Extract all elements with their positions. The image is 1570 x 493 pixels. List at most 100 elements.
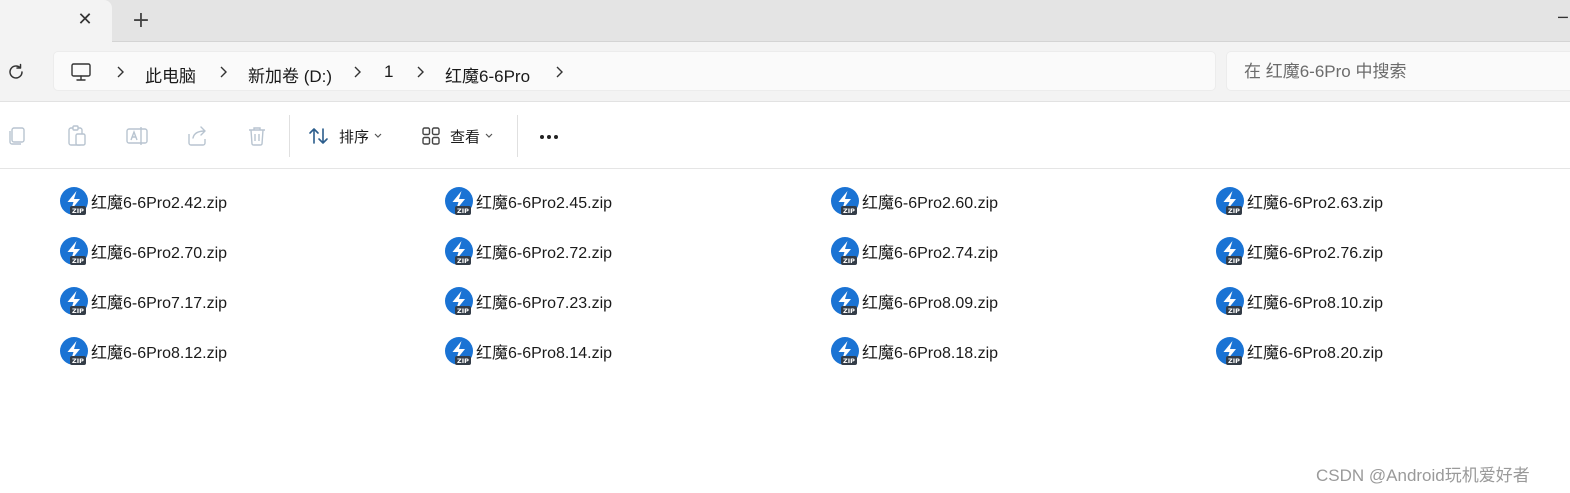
- file-name: 红魔6-6Pro8.20.zip: [1247, 345, 1384, 362]
- zip-archive-icon: ZIP: [60, 187, 88, 215]
- file-name: 红魔6-6Pro8.09.zip: [862, 295, 999, 312]
- zip-archive-icon: ZIP: [445, 287, 473, 315]
- file-name: 红魔6-6Pro8.18.zip: [862, 345, 999, 362]
- share-icon[interactable]: [185, 124, 209, 148]
- chevron-down-icon: [485, 133, 493, 138]
- zip-archive-icon: ZIP: [445, 237, 473, 265]
- file-name: 红魔6-6Pro2.70.zip: [91, 245, 228, 262]
- sort-label: 排序: [339, 128, 370, 146]
- file-name: 红魔6-6Pro7.23.zip: [476, 295, 613, 312]
- file-item[interactable]: ZIP 红魔6-6Pro2.45.zip: [444, 183, 612, 219]
- breadcrumb-this-pc[interactable]: 此电脑: [145, 62, 196, 87]
- zip-archive-icon: ZIP: [60, 237, 88, 265]
- file-grid: ZIP 红魔6-6Pro2.42.zip ZIP 红魔6-6Pro2.45.zip ZI…: [0, 170, 1570, 493]
- file-item[interactable]: ZIP 红魔6-6Pro8.20.zip: [1215, 333, 1383, 369]
- file-name: 红魔6-6Pro2.42.zip: [91, 195, 228, 212]
- more-options-icon[interactable]: [537, 125, 561, 149]
- svg-text:ZIP: ZIP: [1228, 207, 1240, 215]
- svg-text:ZIP: ZIP: [457, 307, 469, 315]
- paste-icon[interactable]: [65, 124, 89, 148]
- zip-archive-icon: ZIP: [445, 187, 473, 215]
- tab-active[interactable]: ✕: [0, 0, 112, 42]
- file-item[interactable]: ZIP 红魔6-6Pro2.72.zip: [444, 233, 612, 269]
- file-item[interactable]: ZIP 红魔6-6Pro8.18.zip: [830, 333, 998, 369]
- file-name: 红魔6-6Pro7.17.zip: [91, 295, 228, 312]
- zip-archive-icon: ZIP: [1216, 237, 1244, 265]
- file-name: 红魔6-6Pro8.12.zip: [91, 345, 228, 362]
- tab-strip: ✕ + ─: [0, 0, 1570, 42]
- watermark: CSDN @Android玩机爱好者: [1316, 466, 1530, 485]
- file-item[interactable]: ZIP 红魔6-6Pro7.23.zip: [444, 283, 612, 319]
- rename-icon[interactable]: [125, 124, 149, 148]
- address-row: 此电脑 新加卷 (D:) 1 红魔6-6Pro: [0, 42, 1570, 102]
- sort-button[interactable]: 排序: [308, 120, 382, 152]
- breadcrumb-chevron-icon[interactable]: [115, 65, 125, 79]
- file-item[interactable]: ZIP 红魔6-6Pro8.10.zip: [1215, 283, 1383, 319]
- svg-text:ZIP: ZIP: [457, 357, 469, 365]
- zip-archive-icon: ZIP: [831, 287, 859, 315]
- command-bar: 排序 查看: [0, 103, 1570, 169]
- file-item[interactable]: ZIP 红魔6-6Pro2.76.zip: [1215, 233, 1383, 269]
- svg-text:ZIP: ZIP: [72, 357, 84, 365]
- file-name: 红魔6-6Pro8.14.zip: [476, 345, 613, 362]
- view-grid-icon: [422, 127, 440, 145]
- new-tab-button[interactable]: +: [128, 8, 154, 34]
- file-item[interactable]: ZIP 红魔6-6Pro2.60.zip: [830, 183, 998, 219]
- refresh-icon[interactable]: [5, 61, 27, 83]
- delete-icon[interactable]: [245, 124, 269, 148]
- search-box[interactable]: [1226, 51, 1570, 91]
- breadcrumb-chevron-icon[interactable]: [352, 65, 362, 79]
- this-pc-icon[interactable]: [70, 61, 92, 83]
- svg-text:ZIP: ZIP: [1228, 257, 1240, 265]
- file-item[interactable]: ZIP 红魔6-6Pro2.42.zip: [59, 183, 227, 219]
- svg-text:ZIP: ZIP: [72, 257, 84, 265]
- svg-text:ZIP: ZIP: [457, 257, 469, 265]
- file-item[interactable]: ZIP 红魔6-6Pro2.70.zip: [59, 233, 227, 269]
- svg-text:ZIP: ZIP: [1228, 307, 1240, 315]
- zip-archive-icon: ZIP: [1216, 287, 1244, 315]
- zip-archive-icon: ZIP: [445, 337, 473, 365]
- breadcrumb-chevron-icon[interactable]: [554, 65, 564, 79]
- zip-archive-icon: ZIP: [831, 337, 859, 365]
- copy-icon[interactable]: [5, 124, 29, 148]
- svg-text:ZIP: ZIP: [1228, 357, 1240, 365]
- breadcrumb-volume-d[interactable]: 新加卷 (D:): [248, 62, 332, 87]
- breadcrumb-current-folder[interactable]: 红魔6-6Pro: [445, 62, 530, 87]
- file-name: 红魔6-6Pro2.76.zip: [1247, 245, 1384, 262]
- zip-archive-icon: ZIP: [1216, 187, 1244, 215]
- svg-text:ZIP: ZIP: [843, 257, 855, 265]
- svg-text:ZIP: ZIP: [72, 307, 84, 315]
- file-name: 红魔6-6Pro2.74.zip: [862, 245, 999, 262]
- file-name: 红魔6-6Pro2.63.zip: [1247, 195, 1384, 212]
- file-name: 红魔6-6Pro8.10.zip: [1247, 295, 1384, 312]
- file-name: 红魔6-6Pro2.45.zip: [476, 195, 613, 212]
- file-item[interactable]: ZIP 红魔6-6Pro8.14.zip: [444, 333, 612, 369]
- svg-text:ZIP: ZIP: [72, 207, 84, 215]
- zip-archive-icon: ZIP: [60, 337, 88, 365]
- svg-text:ZIP: ZIP: [843, 357, 855, 365]
- file-item[interactable]: ZIP 红魔6-6Pro2.63.zip: [1215, 183, 1383, 219]
- breadcrumb-folder-1[interactable]: 1: [384, 62, 393, 82]
- chevron-down-icon: [374, 133, 382, 138]
- sort-icon: [309, 128, 328, 144]
- svg-text:ZIP: ZIP: [457, 207, 469, 215]
- zip-archive-icon: ZIP: [1216, 337, 1244, 365]
- file-name: 红魔6-6Pro2.60.zip: [862, 195, 999, 212]
- toolbar-divider: [289, 115, 290, 157]
- zip-archive-icon: ZIP: [831, 187, 859, 215]
- file-item[interactable]: ZIP 红魔6-6Pro2.74.zip: [830, 233, 998, 269]
- close-tab-icon[interactable]: ✕: [74, 9, 96, 31]
- breadcrumb-chevron-icon[interactable]: [218, 65, 228, 79]
- search-input[interactable]: [1244, 60, 1564, 84]
- minimize-button[interactable]: ─: [1558, 8, 1570, 28]
- view-label: 查看: [450, 128, 481, 146]
- breadcrumb-chevron-icon[interactable]: [415, 65, 425, 79]
- address-bar[interactable]: 此电脑 新加卷 (D:) 1 红魔6-6Pro: [53, 51, 1216, 91]
- file-name: 红魔6-6Pro2.72.zip: [476, 245, 613, 262]
- file-item[interactable]: ZIP 红魔6-6Pro8.09.zip: [830, 283, 998, 319]
- file-item[interactable]: ZIP 红魔6-6Pro8.12.zip: [59, 333, 227, 369]
- svg-text:ZIP: ZIP: [843, 207, 855, 215]
- file-item[interactable]: ZIP 红魔6-6Pro7.17.zip: [59, 283, 227, 319]
- view-button[interactable]: 查看: [421, 120, 493, 152]
- zip-archive-icon: ZIP: [60, 287, 88, 315]
